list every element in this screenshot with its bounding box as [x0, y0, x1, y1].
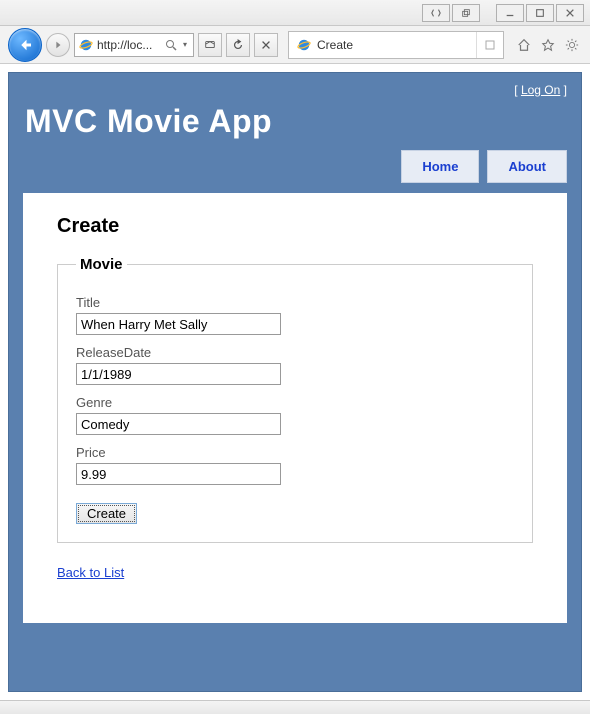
- content-card: Create Movie Title ReleaseDate Genre Pri…: [23, 193, 567, 623]
- tab-strip: Create: [288, 31, 504, 59]
- price-input[interactable]: [76, 463, 281, 485]
- fieldset-legend: Movie: [76, 256, 127, 273]
- page-container: [ Log On ] MVC Movie App Home About Crea…: [8, 72, 582, 692]
- window-tools-icon[interactable]: [422, 4, 450, 22]
- nav-about[interactable]: About: [487, 150, 567, 183]
- tab-active[interactable]: Create: [289, 32, 477, 58]
- movie-fieldset: Movie Title ReleaseDate Genre Price Crea…: [57, 256, 533, 543]
- window-restore-button[interactable]: [452, 4, 480, 22]
- releasedate-label: ReleaseDate: [76, 345, 514, 360]
- window-maximize-button[interactable]: [526, 4, 554, 22]
- genre-label: Genre: [76, 395, 514, 410]
- tools-icon[interactable]: [562, 35, 582, 55]
- tab-title: Create: [317, 38, 353, 52]
- logon-area: [ Log On ]: [23, 83, 567, 101]
- search-icon: [165, 39, 177, 51]
- back-to-list-link[interactable]: Back to List: [57, 565, 124, 580]
- title-label: Title: [76, 295, 514, 310]
- favorites-icon[interactable]: [538, 35, 558, 55]
- genre-input[interactable]: [76, 413, 281, 435]
- ie-logo-icon: [297, 38, 311, 52]
- nav-forward-button[interactable]: [46, 33, 70, 57]
- browser-toolbar: http://loc... ▾ Create: [0, 26, 590, 64]
- address-text: http://loc...: [97, 38, 161, 52]
- nav-home[interactable]: Home: [401, 150, 479, 183]
- nav-tabs: Home About: [23, 150, 567, 183]
- window-titlebar: [0, 0, 590, 26]
- address-bar[interactable]: http://loc... ▾: [74, 33, 194, 57]
- title-input[interactable]: [76, 313, 281, 335]
- compatibility-view-button[interactable]: [198, 33, 222, 57]
- window-minimize-button[interactable]: [496, 4, 524, 22]
- nav-back-button[interactable]: [8, 28, 42, 62]
- window-close-button[interactable]: [556, 4, 584, 22]
- new-tab-button[interactable]: [477, 40, 503, 50]
- logon-link[interactable]: Log On: [521, 83, 560, 97]
- create-button[interactable]: Create: [76, 503, 137, 524]
- address-dropdown-icon[interactable]: ▾: [181, 40, 189, 49]
- releasedate-input[interactable]: [76, 363, 281, 385]
- bracket-left: [: [514, 83, 521, 97]
- window-bottom-border: [0, 700, 590, 714]
- stop-button[interactable]: [254, 33, 278, 57]
- ie-logo-icon: [79, 38, 93, 52]
- bracket-right: ]: [560, 83, 567, 97]
- app-title: MVC Movie App: [25, 103, 567, 140]
- price-label: Price: [76, 445, 514, 460]
- page-heading: Create: [57, 215, 533, 238]
- refresh-button[interactable]: [226, 33, 250, 57]
- home-icon[interactable]: [514, 35, 534, 55]
